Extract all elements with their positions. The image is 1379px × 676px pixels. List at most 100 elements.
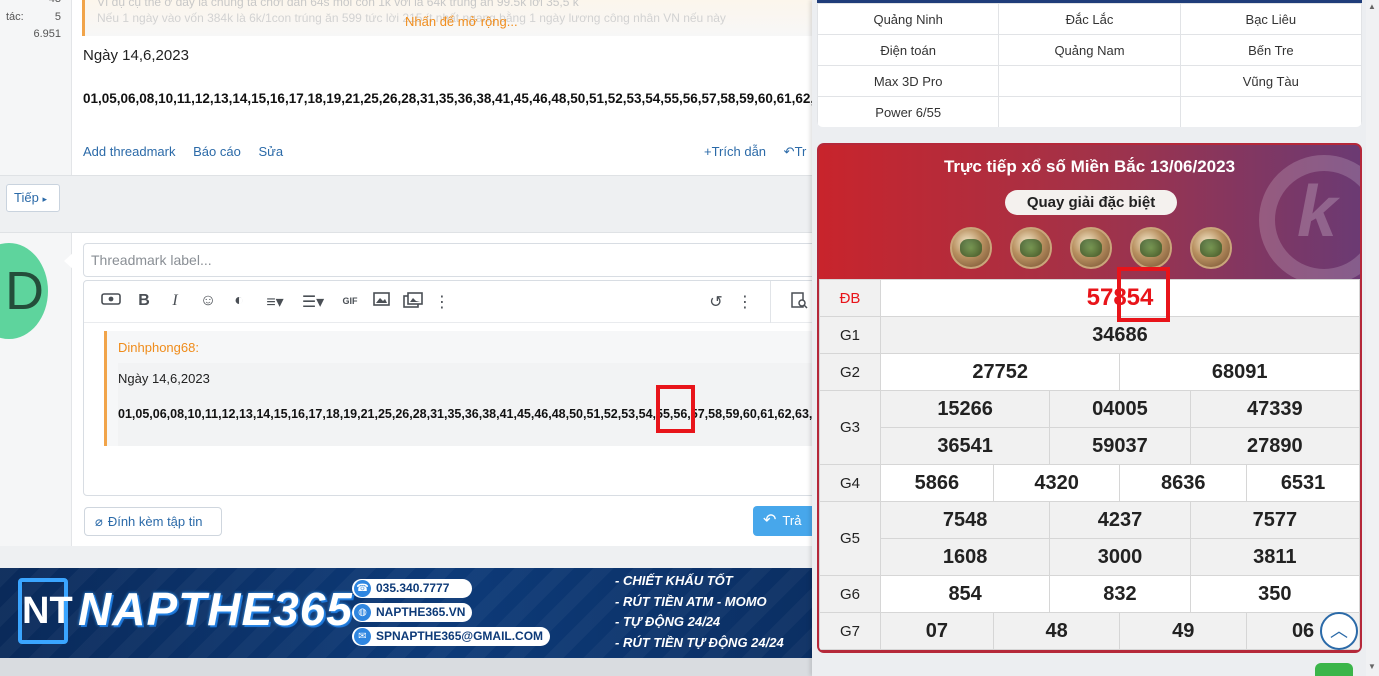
- embedded-quote: Dinhphong68: Ngày 14,6,2023 01,05,06,08,…: [104, 331, 812, 446]
- quote-number-list: 01,05,06,08,10,11,12,13,14,15,16,17,18,1…: [118, 407, 812, 421]
- province-cell[interactable]: Vũng Tàu: [1179, 65, 1362, 97]
- report-link[interactable]: Báo cáo: [193, 144, 241, 159]
- prize-number: 68091: [1119, 353, 1360, 391]
- toolbar-divider: [770, 281, 771, 323]
- attach-label: Đính kèm tập tin: [107, 514, 203, 529]
- province-cell[interactable]: Power 6/55: [817, 96, 1000, 127]
- media-icon[interactable]: [402, 292, 424, 313]
- province-cell[interactable]: Quảng Ninh: [817, 3, 1000, 35]
- reply-icon: ↶: [763, 512, 777, 529]
- more-options-icon[interactable]: ⋮: [431, 292, 453, 312]
- province-cell[interactable]: Bến Tre: [1179, 34, 1362, 66]
- preview-icon[interactable]: [788, 292, 810, 314]
- banner-email: ✉ SPNAPTHE365@GMAIL.COM: [352, 627, 550, 646]
- banner-feature: - CHIẾT KHẤU TỐT: [615, 573, 733, 588]
- scroll-to-top-button[interactable]: ︿: [1320, 612, 1358, 650]
- undo-icon[interactable]: ↺: [705, 292, 727, 312]
- quote-author[interactable]: Dinhphong68:: [118, 340, 199, 355]
- banner-brand-text: NAPTHE365: [78, 583, 353, 635]
- prize-number: 3811: [1189, 538, 1360, 576]
- prize-row: ĐB 57854: [819, 279, 1360, 317]
- italic-icon[interactable]: I: [164, 292, 186, 310]
- province-cell[interactable]: Bạc Liêu: [1179, 3, 1362, 35]
- prize-number: 49: [1119, 612, 1248, 650]
- image-icon[interactable]: [370, 292, 392, 311]
- banner-site-text: NAPTHE365.VN: [376, 605, 466, 619]
- province-cell[interactable]: Đắc Lắc: [998, 3, 1181, 35]
- editor-notch: [64, 252, 74, 270]
- prize-number: 47339: [1189, 390, 1360, 428]
- prize-number: 07: [880, 612, 994, 650]
- more-options-icon[interactable]: ⋮: [734, 292, 756, 312]
- prize-number: 854: [879, 575, 1051, 613]
- lottery-ball-icon: [1070, 227, 1112, 269]
- prize-row: G1 34686: [819, 316, 1360, 354]
- align-icon[interactable]: ≡▾: [260, 292, 290, 312]
- phone-icon: ☎: [354, 580, 371, 597]
- site-logo-letter: k: [1297, 172, 1338, 252]
- prize-number: 27890: [1189, 427, 1360, 465]
- stat-points: 6.951: [33, 28, 61, 40]
- remove-format-icon[interactable]: [100, 292, 122, 311]
- post-number-list: 01,05,06,08,10,11,12,13,14,15,16,17,18,1…: [83, 91, 812, 106]
- lottery-header: k Trực tiếp xổ số Miền Bắc 13/06/2023 Qu…: [819, 145, 1360, 279]
- attach-file-button[interactable]: ⌀ Đính kèm tập tin: [84, 507, 222, 536]
- province-row: Điện toán Quảng Nam Bến Tre: [817, 34, 1362, 66]
- prize-number: 8636: [1119, 464, 1248, 502]
- gif-icon[interactable]: GIF: [339, 296, 361, 306]
- quote-link[interactable]: Trích dẫn: [712, 144, 766, 159]
- next-label: Tiếp: [14, 190, 39, 205]
- palette-icon[interactable]: ◐: [228, 292, 250, 310]
- next-page-button[interactable]: Tiếp ▸: [6, 184, 60, 212]
- province-cell: [998, 96, 1181, 127]
- add-threadmark-link[interactable]: Add threadmark: [83, 144, 176, 159]
- prize-number: 27752: [879, 353, 1121, 391]
- spin-special-prize-button[interactable]: Quay giải đặc biệt: [1005, 190, 1177, 215]
- province-cell[interactable]: Max 3D Pro: [817, 65, 1000, 97]
- post-actions: Add threadmark Báo cáo Sửa: [83, 144, 297, 159]
- napthe365-ad-banner[interactable]: NT NAPTHE365 ☎ 035.340.7777 ◍ NAPTHE365.VN…: [0, 568, 812, 658]
- threadmark-label-input[interactable]: Threadmark label...: [83, 243, 812, 277]
- scroll-down-arrow-icon[interactable]: ▼: [1368, 662, 1376, 671]
- reply-editor[interactable]: B I ☺ ◐ ≡▾ ☰▾ GIF ⋮ ↺ ⋮ Dinhphong68: Ngà…: [83, 280, 812, 496]
- avatar[interactable]: D: [0, 243, 48, 339]
- banner-phone: ☎ 035.340.7777: [352, 579, 472, 598]
- stat-messages: 43: [49, 0, 61, 5]
- reply-link[interactable]: Tr: [795, 144, 807, 159]
- smiley-icon[interactable]: ☺: [197, 292, 219, 310]
- banner-phone-text: 035.340.7777: [376, 581, 450, 595]
- prize-number: 7577: [1189, 501, 1360, 539]
- highlight-box: [656, 385, 695, 433]
- page-scrollbar[interactable]: ▲ ▼: [1366, 0, 1379, 676]
- banner-feature: - RÚT TIỀN TỰ ĐỘNG 24/24: [615, 635, 784, 650]
- reply-label: Trả: [782, 513, 802, 528]
- province-cell[interactable]: Điện toán: [817, 34, 1000, 66]
- quote-date-text: Ngày 14,6,2023: [118, 371, 210, 386]
- province-row: Quảng Ninh Đắc Lắc Bạc Liêu: [817, 3, 1362, 35]
- scroll-up-arrow-icon[interactable]: ▲: [1368, 2, 1376, 11]
- prize-label: ĐB: [819, 279, 881, 317]
- prize-number: 04005: [1049, 390, 1191, 428]
- editor-toolbar: B I ☺ ◐ ≡▾ ☰▾ GIF ⋮ ↺ ⋮: [84, 281, 812, 323]
- post-reply-button[interactable]: ↶ Trả: [753, 506, 812, 536]
- province-list-card: Quảng Ninh Đắc Lắc Bạc Liêu Điện toán Quảng …: [817, 0, 1362, 127]
- prize-number: 6531: [1246, 464, 1360, 502]
- province-cell: [998, 65, 1181, 97]
- prize-row: 1608 3000 3811: [820, 538, 1360, 576]
- bold-icon[interactable]: B: [133, 292, 155, 310]
- prize-row: 36541 59037 27890: [820, 427, 1360, 465]
- lottery-ball-icon: [950, 227, 992, 269]
- prize-number: 7548: [879, 501, 1051, 539]
- chat-widget-button[interactable]: [1315, 663, 1353, 676]
- province-cell[interactable]: Quảng Nam: [998, 34, 1181, 66]
- province-cell: [1179, 96, 1362, 127]
- edit-link[interactable]: Sửa: [258, 144, 283, 159]
- lottery-results-table: ĐB 57854 G1 34686 G2 27752 68091 G3 15266 04005 47…: [819, 279, 1360, 650]
- prize-number: 34686: [880, 316, 1360, 354]
- lottery-title: Trực tiếp xổ số Miền Bắc 13/06/2023: [943, 157, 1236, 176]
- reply-icon: ↶: [783, 144, 795, 159]
- caret-right-icon: ▸: [42, 194, 47, 204]
- expand-quote-link[interactable]: Nhấn để mở rộng...: [405, 14, 518, 29]
- list-icon[interactable]: ☰▾: [298, 292, 328, 312]
- pagination-bar: Tiếp ▸: [0, 175, 812, 233]
